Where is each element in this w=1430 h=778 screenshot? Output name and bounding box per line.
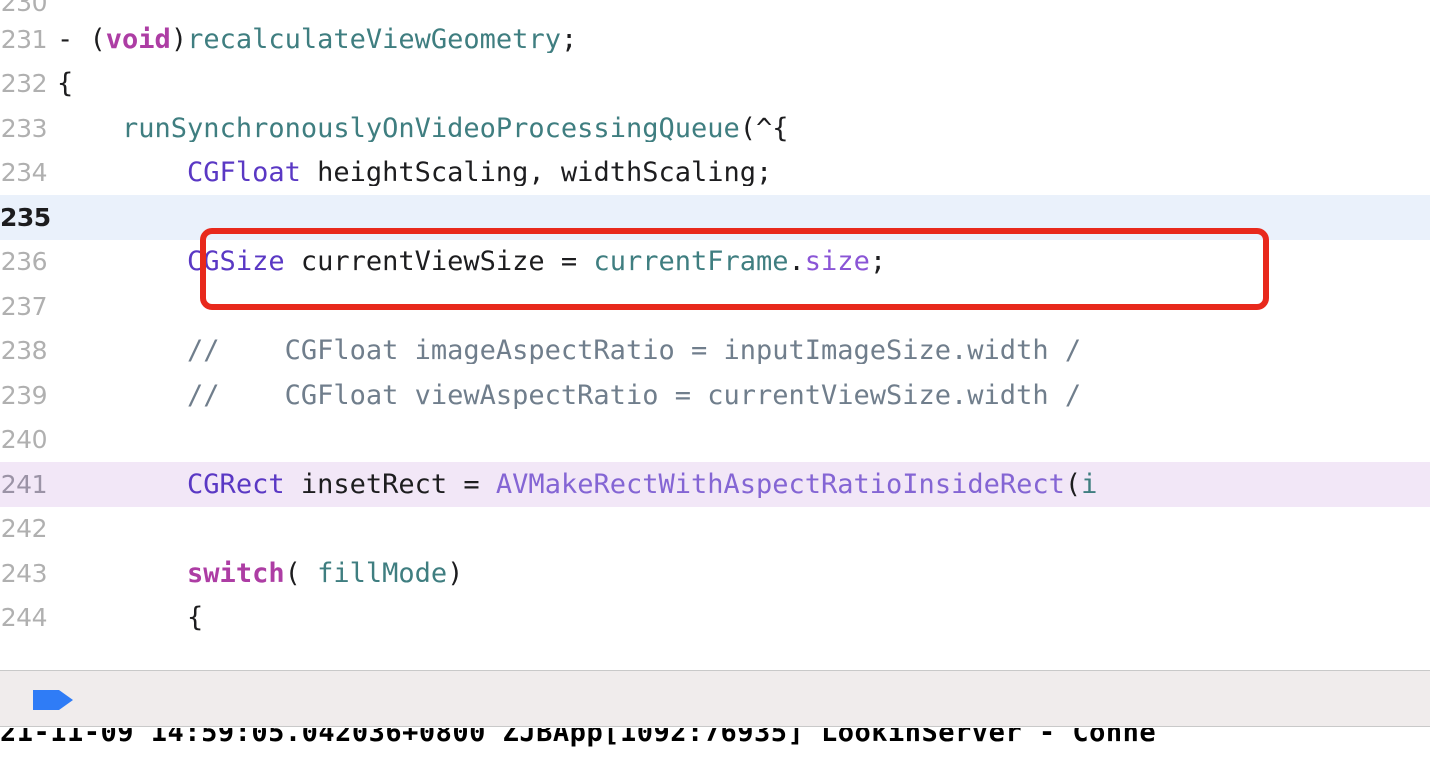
- code-line[interactable]: 234 CGFloat heightScaling, widthScaling;: [0, 151, 1430, 196]
- line-number: 239: [0, 380, 48, 410]
- code-line[interactable]: 239 // CGFloat viewAspectRatio = current…: [0, 373, 1430, 418]
- code-text[interactable]: runSynchronouslyOnVideoProcessingQueue(^…: [57, 115, 1430, 142]
- code-text[interactable]: // CGFloat viewAspectRatio = currentView…: [57, 382, 1430, 409]
- code-token: recalculateViewGeometry: [187, 25, 561, 53]
- code-token: // CGFloat viewAspectRatio = currentView…: [57, 381, 1082, 409]
- code-token: (: [1064, 470, 1082, 498]
- line-number: 237: [0, 291, 48, 321]
- code-line[interactable]: 236 CGSize currentViewSize = currentFram…: [0, 240, 1430, 285]
- code-token: ): [170, 25, 188, 53]
- code-token: _fillMode: [300, 559, 448, 587]
- code-token: CGFloat: [187, 159, 301, 187]
- code-line[interactable]: 243 switch(_fillMode): [0, 551, 1430, 596]
- code-text[interactable]: CGFloat heightScaling, widthScaling;: [57, 159, 1430, 186]
- code-line[interactable]: 241 CGRect insetRect = AVMakeRectWithAsp…: [0, 462, 1430, 507]
- line-number: 230: [0, 0, 48, 17]
- line-number: 234: [0, 158, 48, 188]
- code-token: {: [57, 604, 204, 632]
- line-number: 244: [0, 603, 48, 633]
- code-token: CGRect: [187, 470, 285, 498]
- line-number: 233: [0, 113, 48, 143]
- line-number: 238: [0, 336, 48, 366]
- code-token: ;: [869, 248, 887, 276]
- code-text[interactable]: CGSize currentViewSize = currentFrame.si…: [57, 248, 1430, 275]
- code-token: ;: [560, 25, 578, 53]
- code-token: void: [105, 25, 171, 53]
- console-log-line: 21-11-09 14:59:05.042036+0800 ZJBApp[109…: [0, 728, 1157, 748]
- code-line[interactable]: 235: [0, 195, 1430, 240]
- line-number: 241: [0, 469, 48, 499]
- code-token: size: [804, 248, 870, 276]
- console-output-panel[interactable]: 21-11-09 14:59:05.042036+0800 ZJBApp[109…: [0, 728, 1430, 778]
- line-number: 232: [0, 69, 48, 99]
- code-text[interactable]: switch(_fillMode): [57, 560, 1430, 587]
- line-number: 240: [0, 425, 48, 455]
- debug-toolbar[interactable]: [0, 670, 1430, 727]
- code-line[interactable]: 240: [0, 418, 1430, 463]
- code-line[interactable]: 238 // CGFloat imageAspectRatio = inputI…: [0, 329, 1430, 374]
- code-text[interactable]: // CGFloat imageAspectRatio = inputImage…: [57, 337, 1430, 364]
- step-over-arrow-icon[interactable]: [33, 688, 75, 712]
- code-line[interactable]: 242: [0, 507, 1430, 552]
- source-editor[interactable]: 230 231- (void)recalculateViewGeometry; 23…: [0, 0, 1430, 670]
- line-number: 243: [0, 558, 48, 588]
- code-token: .: [788, 248, 805, 276]
- code-token: (: [284, 559, 301, 587]
- code-text[interactable]: CGRect insetRect = AVMakeRectWithAspectR…: [57, 471, 1430, 498]
- code-token: {: [57, 70, 74, 98]
- xcode-editor-screenshot: 230 231- (void)recalculateViewGeometry; 23…: [0, 0, 1430, 778]
- code-line[interactable]: 233 runSynchronouslyOnVideoProcessingQue…: [0, 106, 1430, 151]
- code-token: ): [447, 559, 464, 587]
- line-number: 231: [0, 24, 48, 54]
- code-text[interactable]: {: [57, 604, 1430, 631]
- code-token: - (: [57, 25, 106, 53]
- code-line[interactable]: 237: [0, 284, 1430, 329]
- line-number: 235: [0, 202, 51, 232]
- line-number: 242: [0, 514, 48, 544]
- code-text[interactable]: - (void)recalculateViewGeometry;: [57, 26, 1430, 53]
- code-token: (^{: [739, 114, 789, 142]
- code-line[interactable]: 230: [0, 0, 1430, 17]
- code-token: runSynchronouslyOnVideoProcessingQueue: [122, 114, 740, 142]
- code-token: currentViewSize =: [284, 248, 594, 276]
- code-line[interactable]: 231 - (void)recalculateViewGeometry;: [0, 17, 1430, 62]
- line-number: 236: [0, 247, 48, 277]
- code-token: currentFrame: [593, 248, 789, 276]
- code-line[interactable]: 232 {: [0, 62, 1430, 107]
- code-token: AVMakeRectWithAspectRatioInsideRect: [495, 470, 1065, 498]
- code-line-list[interactable]: 230 231- (void)recalculateViewGeometry; 23…: [0, 0, 1430, 640]
- code-token: i: [1081, 470, 1098, 498]
- code-token: heightScaling, widthScaling;: [300, 159, 773, 187]
- code-line[interactable]: 244 {: [0, 596, 1430, 641]
- code-token: CGSize: [187, 248, 285, 276]
- code-token: // CGFloat imageAspectRatio = inputImage…: [57, 337, 1082, 365]
- code-token: insetRect =: [284, 470, 496, 498]
- code-token: switch: [187, 559, 285, 587]
- code-text[interactable]: {: [57, 70, 1430, 97]
